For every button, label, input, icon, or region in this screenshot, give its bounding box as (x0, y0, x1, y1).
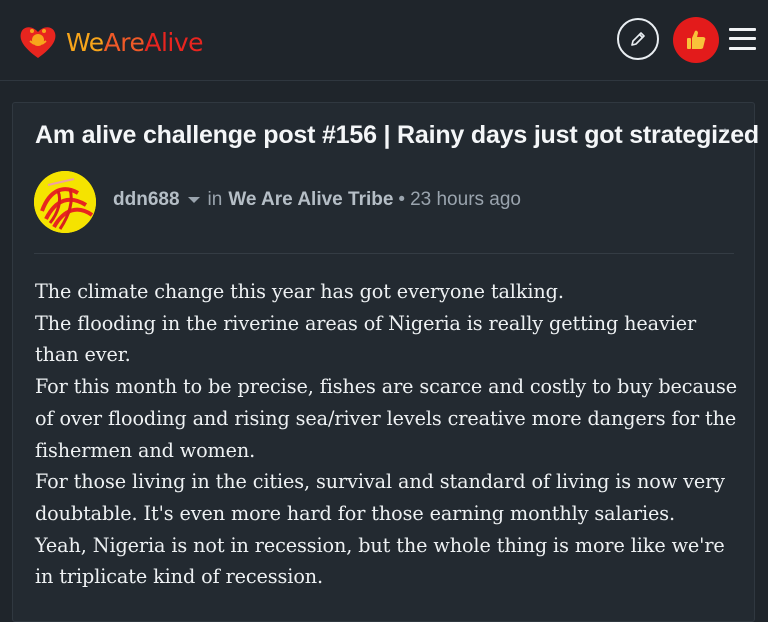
hamburger-menu-icon-line (729, 47, 756, 50)
author-avatar[interactable] (34, 171, 96, 233)
thumbs-up-icon (687, 30, 706, 49)
create-post-button[interactable] (617, 18, 659, 60)
post-time: 23 hours ago (410, 189, 521, 210)
post-title: Am alive challenge post #156 | Rainy day… (35, 121, 760, 149)
author-avatar-image (34, 171, 96, 233)
title-superscript: ° (723, 128, 727, 139)
post-paragraph: The climate change this year has got eve… (35, 280, 564, 303)
in-label: in (207, 189, 223, 210)
heart-logo-icon (20, 27, 56, 58)
pencil-icon (631, 32, 645, 46)
post-meta: ddn688 in We Are Alive Tribe • 23 hours … (113, 189, 521, 211)
brand-name-part-3: Alive (144, 27, 204, 57)
community-link[interactable]: We Are Alive Tribe (228, 189, 393, 211)
user-avatar-button[interactable] (673, 17, 719, 63)
post-paragraph: For those living in the cities, survival… (35, 470, 725, 525)
brand-name-part-2: Are (103, 27, 145, 57)
brand-name-part-1: We (66, 27, 104, 57)
caret-down-icon[interactable] (187, 197, 200, 203)
hamburger-menu-button[interactable] (729, 27, 756, 51)
brand-link[interactable]: WeAreAlive (18, 20, 204, 64)
post-paragraph: Yeah, Nigeria is not in recession, but t… (35, 533, 725, 589)
hamburger-menu-icon (729, 28, 756, 31)
post-paragraph: For this month to be precise, fishes are… (35, 375, 738, 462)
post-body: The climate change this year has got eve… (35, 276, 740, 593)
divider (34, 253, 734, 254)
meta-separator: • (398, 189, 406, 210)
author-name[interactable]: ddn688 (113, 189, 180, 211)
hamburger-menu-icon-line (729, 37, 756, 40)
top-navigation-bar: WeAreAlive (0, 0, 768, 81)
brand-name: WeAreAlive (66, 27, 204, 57)
post-paragraph: The flooding in the riverine areas of Ni… (35, 311, 697, 367)
